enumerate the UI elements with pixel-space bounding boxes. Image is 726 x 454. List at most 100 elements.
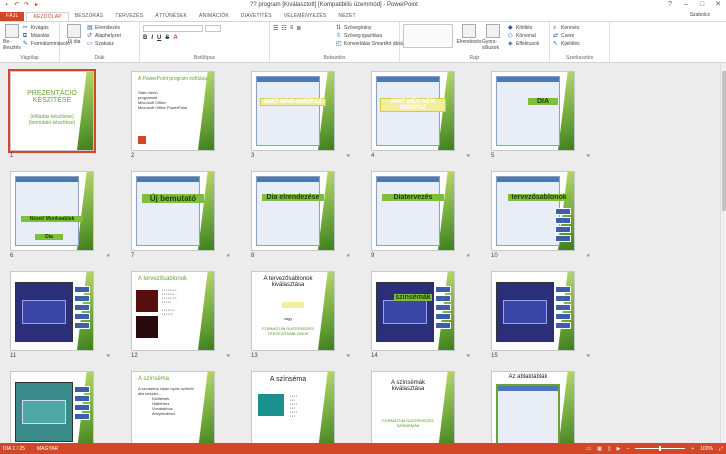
align-text-button[interactable]: ⇳ Szöveg igazítása [336, 32, 408, 40]
bullets-icon[interactable]: ☰ [273, 25, 278, 32]
animation-star-icon: ★ [586, 153, 591, 159]
scrollbar-thumb[interactable] [722, 71, 726, 211]
tab-home[interactable]: KEZDŐLAP [26, 12, 69, 21]
user-name[interactable]: Szabolcs [690, 12, 710, 18]
slide-15[interactable] [491, 271, 575, 351]
animation-star-icon: ★ [346, 153, 351, 159]
slide-14[interactable]: színsémák [371, 271, 455, 351]
select-icon: ↖ [553, 41, 559, 47]
slide-3[interactable]: AMIT MÁR ISMERSZ [251, 71, 335, 151]
effects-button[interactable]: ◈ Effektusok [508, 40, 539, 48]
section-button[interactable]: ▭ Szakasz [87, 40, 121, 48]
slide-5[interactable]: DIA [491, 71, 575, 151]
scissors-icon: ✂ [22, 25, 28, 31]
slide-20[interactable]: Az ablaktáblák [491, 371, 575, 443]
slide-6[interactable]: Nézet/ Munkaablak Dia [10, 171, 94, 251]
slide-number: 11 [10, 353, 17, 359]
tab-file[interactable]: FÁJL [0, 12, 25, 21]
language-indicator[interactable]: MAGYAR [37, 446, 58, 452]
slide-18[interactable]: A színséma ▪ ▪ ▪ ▪ ▪ ▪ ▪ ▪ ▪ ▪ ▪ ▪ ▪ ▪ ▪ ▪ ▪… [251, 371, 335, 443]
slide-9[interactable]: Diatervezés [371, 171, 455, 251]
group-clipboard: Be-illesztés ✂ Kivágás ⧉ Másolás ✎ Formátum… [0, 22, 70, 62]
undo-icon[interactable]: ↶ [13, 2, 20, 9]
tab-slideshow[interactable]: DIAVETÍTÉS [235, 12, 278, 21]
close-button[interactable]: ✕ [710, 0, 726, 10]
tab-transitions[interactable]: ÁTTŰNÉSEK [149, 12, 193, 21]
present-icon[interactable]: ▸ [33, 2, 40, 9]
slide-text: FORMÁTUM DIATERVEZÉS SZÍNSÉMÁK [382, 418, 434, 428]
numbering-icon[interactable]: ☷ [281, 25, 286, 32]
find-button[interactable]: ⌕ Keresés [553, 24, 606, 32]
center-icon[interactable]: ≣ [296, 25, 301, 32]
slide-16[interactable] [10, 371, 94, 443]
select-button[interactable]: ↖ Kijelölés [553, 40, 606, 48]
zoom-in-icon[interactable]: + [691, 446, 694, 452]
shapes-gallery[interactable] [403, 24, 453, 48]
font-name-combo[interactable] [143, 25, 203, 32]
search-icon: ⌕ [553, 25, 557, 31]
slideshow-icon[interactable]: ▶ [617, 446, 621, 452]
slide-number: 14 [371, 353, 378, 359]
tab-view[interactable]: NÉZET [332, 12, 361, 21]
slide-body: ▪ ▪ ▪ ▪ ▪ ▪ ▪ ▪ ▪ ▪ ▪ ▪ ▪ ▪ ▪ ▪ ▪ ▪ ▪ ▪ ▪ … [162, 288, 177, 316]
new-slide-button[interactable]: Új dia [63, 24, 85, 48]
reset-button[interactable]: ↺ Alaphelyzet [87, 32, 121, 40]
quick-styles-button[interactable]: Gyors-stílusok [482, 24, 504, 51]
template-sample [136, 316, 158, 338]
outline-icon: ◇ [508, 33, 513, 39]
underline-icon[interactable]: U [157, 35, 161, 41]
tab-animations[interactable]: ANIMÁCIÓK [193, 12, 235, 21]
slide-banner: AMIT MÁR ISMERSZ [260, 98, 326, 106]
slide-10[interactable]: tervezősablonok [491, 171, 575, 251]
animation-star-icon: ★ [346, 353, 351, 359]
tab-review[interactable]: VÉLEMÉNYEZÉS [278, 12, 333, 21]
zoom-slider[interactable] [635, 446, 686, 451]
strikethrough-icon[interactable]: S [165, 35, 169, 41]
layout-button[interactable]: ▤ Elrendezés [87, 24, 121, 32]
tab-insert[interactable]: BESZÚRÁS [69, 12, 110, 21]
slide-body: A színséma olyan nyolc színből álló kész… [138, 386, 194, 416]
slide-sorter-icon[interactable]: ▦ [597, 446, 602, 452]
replace-button[interactable]: ⇄ Csere [553, 32, 606, 40]
slide-19[interactable]: A színsémák kiválasztása FORMÁTUM DIATER… [371, 371, 455, 443]
slide-7[interactable]: Új bemutató [131, 171, 215, 251]
slide-12[interactable]: A tervezősablonok ▪ ▪ ▪ ▪ ▪ ▪ ▪ ▪ ▪ ▪ ▪ ▪… [131, 271, 215, 351]
animation-star-icon: ★ [586, 353, 591, 359]
slide-banner: Nézet/ Munkaablak [21, 216, 83, 222]
tab-design[interactable]: TERVEZÉS [109, 12, 149, 21]
arrange-button[interactable]: Elrendezés [457, 24, 482, 51]
slide-17[interactable]: A színséma A színséma olyan nyolc színbő… [131, 371, 215, 443]
align-left-icon[interactable]: ≡ [290, 25, 294, 32]
fit-to-window-icon[interactable]: ⤢ [719, 446, 723, 452]
slide-decoration [198, 372, 214, 443]
reading-view-icon[interactable]: ▯ [608, 446, 611, 452]
slide-4[interactable]: AMIT MÉG NEM ISMERSZ [371, 71, 455, 151]
smartart-button[interactable]: ◰ Konvertálás SmartArt ábrává [336, 40, 408, 48]
section-icon: ▭ [87, 41, 93, 47]
slide-2[interactable]: A PowerPoint program indítása Start menü… [131, 71, 215, 151]
vertical-scrollbar[interactable] [720, 63, 726, 443]
slide-1[interactable]: PREZENTÁCIÓ KÉSZÍTÉSE (előadás készítése… [8, 69, 96, 153]
slide-decoration [198, 72, 214, 150]
italic-icon[interactable]: I [151, 35, 153, 41]
font-color-icon[interactable]: A [173, 35, 177, 41]
save-icon[interactable]: ▪ [3, 2, 10, 9]
text-direction-button[interactable]: ⇅ Szövegirány [336, 24, 408, 32]
bold-icon[interactable]: B [143, 35, 147, 41]
fill-button[interactable]: ◆ Kitöltés [508, 24, 539, 32]
slide-decoration [318, 72, 334, 150]
slide-11[interactable] [10, 271, 94, 351]
maximize-button[interactable]: □ [694, 0, 710, 10]
outline-button[interactable]: ◇ Körvonal [508, 32, 539, 40]
zoom-level[interactable]: 100% [700, 446, 713, 452]
paste-button[interactable]: Be-illesztés [3, 24, 21, 51]
font-size-combo[interactable] [205, 25, 221, 32]
screenshot [496, 76, 560, 146]
zoom-out-icon[interactable]: – [626, 446, 629, 452]
slide-8[interactable]: Dia elrendezése [251, 171, 335, 251]
redo-icon[interactable]: ↷ [23, 2, 30, 9]
help-icon[interactable]: ? [662, 0, 678, 10]
minimize-button[interactable]: – [678, 0, 694, 10]
normal-view-icon[interactable]: ▭ [586, 446, 591, 452]
slide-13[interactable]: A tervezősablonok kiválasztása vagy FORM… [251, 271, 335, 351]
